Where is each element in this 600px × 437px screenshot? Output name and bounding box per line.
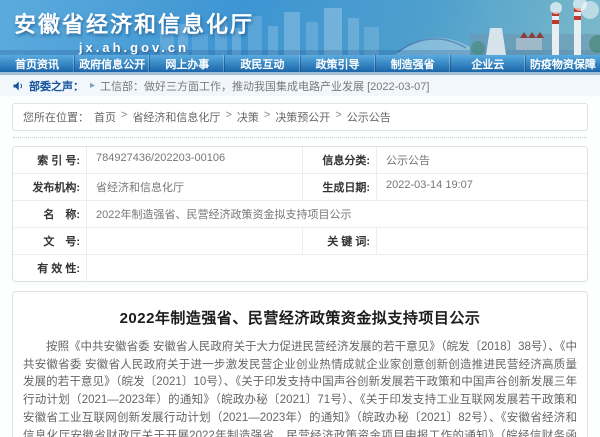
site-title: 安徽省经济和信息化厅 [14, 7, 254, 39]
breadcrumb-separator: > [121, 109, 127, 125]
page-title: 2022年制造强省、民营经济政策资金拟支持项目公示 [23, 307, 577, 328]
main-nav: 首页资讯 政府信息公开 网上办事 政民互动 政策引导 制造强省 企业云 防疫物资… [0, 55, 600, 75]
nav-item-public-interaction[interactable]: 政民互动 [225, 55, 300, 72]
breadcrumb-pre-disclosure[interactable]: 决策预公开 [275, 109, 330, 125]
article-paragraph: 按照《中共安徽省委 安徽省人民政府关于大力促进民营经济发展的若干意见》（皖发〔2… [23, 339, 577, 437]
meta-category-value: 公示公告 [377, 147, 587, 173]
meta-date-label: 生成日期: [303, 174, 377, 200]
nav-item-enterprise-cloud[interactable]: 企业云 [451, 55, 526, 72]
meta-name-value: 2022年制造强省、民营经济政策资金拟支持项目公示 [87, 201, 587, 227]
table-row: 索 引 号: 784927436/202203-00106 信息分类: 公示公告 [13, 147, 587, 174]
site-url: jx.ah.gov.cn [14, 40, 254, 55]
meta-date-value: 2022-03-14 19:07 [377, 174, 587, 200]
nav-item-home-news[interactable]: 首页资讯 [0, 55, 75, 72]
ticker-label: 部委之声： [29, 78, 84, 94]
meta-category-label: 信息分类: [303, 147, 377, 173]
dotted-divider [13, 137, 587, 138]
table-row: 有 效 性: [13, 255, 587, 281]
breadcrumb-decisions[interactable]: 决策 [237, 109, 259, 125]
meta-agency-label: 发布机构: [13, 174, 87, 200]
nav-item-manufacturing-province[interactable]: 制造强省 [376, 55, 451, 72]
meta-docno-value [87, 228, 303, 254]
ticker-news-link[interactable]: 工信部：做好三方面工作，推动我国集成电路产业发展 [2022-03-07] [100, 78, 429, 94]
meta-index-value: 784927436/202203-00106 [87, 147, 303, 173]
breadcrumb-separator: > [335, 109, 341, 125]
meta-name-label: 名 称: [13, 201, 87, 227]
table-row: 发布机构: 省经济和信息化厅 生成日期: 2022-03-14 19:07 [13, 174, 587, 201]
breadcrumb-separator: > [264, 109, 270, 125]
meta-validity-label: 有 效 性: [13, 255, 87, 281]
nav-item-epidemic-supplies[interactable]: 防疫物资保障 [526, 55, 600, 72]
meta-validity-value [87, 255, 587, 281]
table-row: 名 称: 2022年制造强省、民营经济政策资金拟支持项目公示 [13, 201, 587, 228]
breadcrumb-prefix: 您所在位置： [23, 109, 89, 125]
article-content: 2022年制造强省、民营经济政策资金拟支持项目公示 按照《中共安徽省委 安徽省人… [12, 291, 588, 437]
breadcrumb-separator: > [225, 109, 231, 125]
nav-item-online-services[interactable]: 网上办事 [150, 55, 225, 72]
nav-item-policy-guidance[interactable]: 政策引导 [301, 55, 376, 72]
breadcrumb-announcements[interactable]: 公示公告 [347, 109, 391, 125]
breadcrumb-department[interactable]: 省经济和信息化厅 [132, 109, 220, 125]
breadcrumb: 您所在位置： 首页 > 省经济和信息化厅 > 决策 > 决策预公开 > 公示公告 [12, 103, 588, 131]
meta-keyword-value [377, 228, 587, 254]
speaker-icon [12, 80, 24, 92]
news-ticker: 部委之声： ▸ 工信部：做好三方面工作，推动我国集成电路产业发展 [2022-0… [0, 75, 600, 96]
table-row: 文 号: 关 键 词: [13, 228, 587, 255]
meta-index-label: 索 引 号: [13, 147, 87, 173]
meta-keyword-label: 关 键 词: [303, 228, 377, 254]
breadcrumb-home[interactable]: 首页 [94, 109, 116, 125]
document-meta-table: 索 引 号: 784927436/202203-00106 信息分类: 公示公告… [12, 146, 588, 282]
arrow-icon: ▸ [90, 80, 95, 91]
meta-docno-label: 文 号: [13, 228, 87, 254]
meta-agency-value: 省经济和信息化厅 [87, 174, 303, 200]
site-banner: 安徽省经济和信息化厅 jx.ah.gov.cn [0, 0, 600, 55]
nav-item-gov-info-disclosure[interactable]: 政府信息公开 [75, 55, 150, 72]
